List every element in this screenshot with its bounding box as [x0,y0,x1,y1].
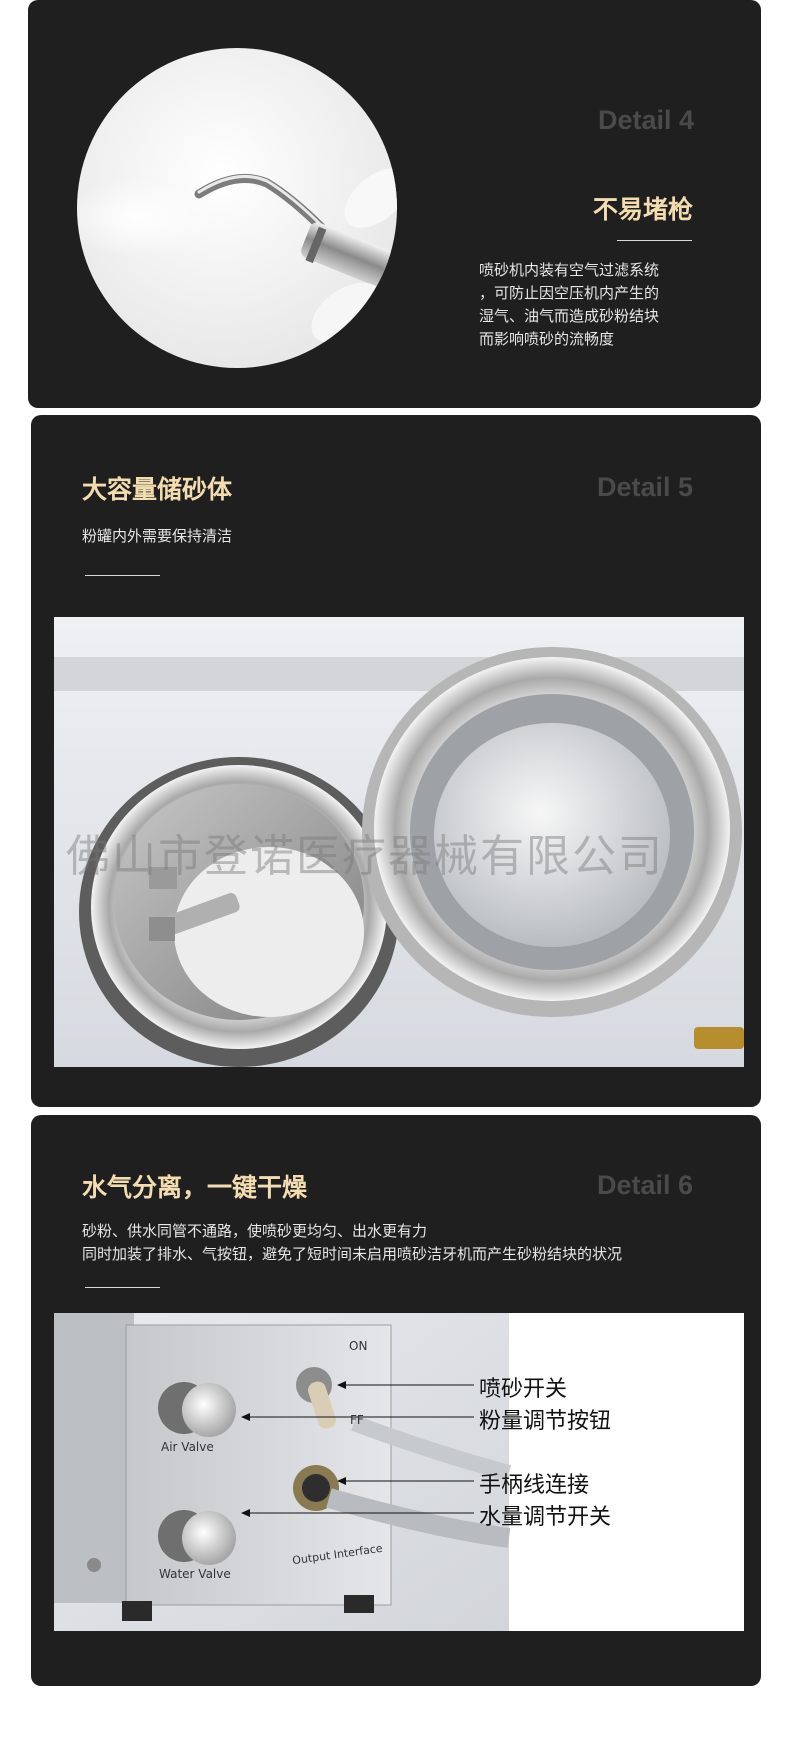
section-title: 大容量储砂体 [82,475,233,504]
detail-number: Detail 4 [597,105,694,135]
device-label-air-valve: Air Valve [161,1440,214,1454]
section-title: 不易堵枪 [592,195,693,224]
divider [617,240,692,241]
description-line: 而影响喷砂的流畅度 [479,330,615,348]
valve-panel-photo: ON FF Air Valve Water Valve Output Inter… [54,1313,744,1631]
section-description: 粉罐内外需要保持清洁 [82,527,233,545]
device-label-off: FF [350,1413,364,1427]
description-line: ，可防止因空压机内产生的 [479,284,660,302]
detail-number: Detail 5 [596,472,693,502]
device-label-on: ON [349,1339,368,1353]
description-line: 同时加装了排水、气按钮，避免了短时间未启用喷砂洁牙机而产生砂粉结块的状况 [82,1245,623,1263]
description-line: 湿气、油气而造成砂粉结块 [479,307,660,325]
section-description: 喷砂机内装有空气过滤系统 ，可防止因空压机内产生的 湿气、油气而造成砂粉结块 而… [479,259,719,351]
callout-handle-cable: 手柄线连接 [479,1473,590,1498]
spray-nozzle-photo [77,48,397,368]
callout-spray-switch: 喷砂开关 [479,1377,568,1402]
detail-4-panel: Detail 4 不易堵枪 喷砂机内装有空气过滤系统 ，可防止因空压机内产生的 … [28,0,761,408]
description-line: 喷砂机内装有空气过滤系统 [479,261,660,279]
detail-5-panel: 大容量储砂体 Detail 5 粉罐内外需要保持清洁 佛山市登诺医疗器械有限公司 [31,415,761,1107]
callout-water-switch: 水量调节开关 [479,1505,612,1530]
device-label-water-valve: Water Valve [159,1567,231,1581]
section-description: 砂粉、供水同管不通路，使喷砂更均匀、出水更有力 同时加装了排水、气按钮，避免了短… [82,1220,622,1266]
detail-6-panel: 水气分离，一键干燥 Detail 6 砂粉、供水同管不通路，使喷砂更均匀、出水更… [31,1115,761,1686]
detail-number: Detail 6 [596,1170,693,1200]
divider [85,575,160,576]
section-title: 水气分离，一键干燥 [82,1173,308,1202]
watermark-text: 佛山市登诺医疗器械有限公司 [66,831,664,882]
powder-tank-photo: 佛山市登诺医疗器械有限公司 [54,617,744,1067]
description-line: 砂粉、供水同管不通路，使喷砂更均匀、出水更有力 [82,1222,428,1240]
callout-powder-knob: 粉量调节按钮 [479,1409,612,1434]
divider [85,1287,160,1288]
